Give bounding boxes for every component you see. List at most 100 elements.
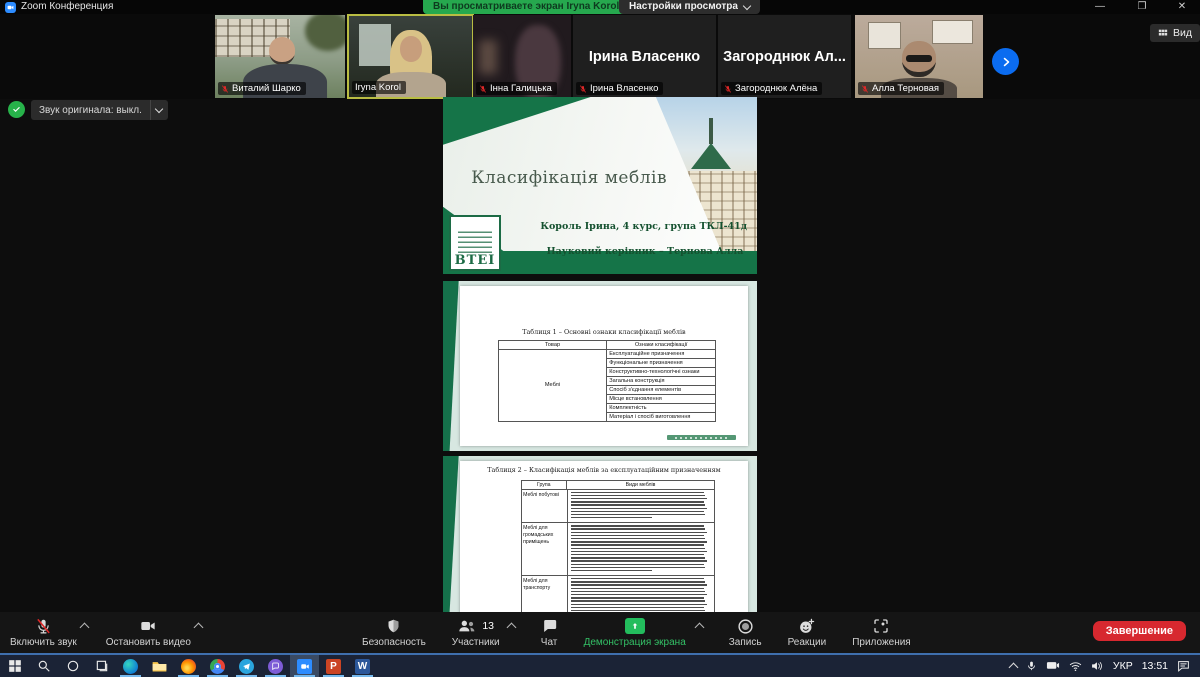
table1-row: МебліЕксплуатаційне призначення [498, 350, 715, 359]
start-button[interactable] [0, 655, 29, 677]
audio-options-chevron-icon[interactable] [79, 623, 89, 633]
edge-taskbar-icon[interactable] [116, 655, 145, 677]
video-thumbnail-sharko[interactable]: Виталий Шарко [215, 15, 345, 98]
zoom-taskbar-icon[interactable] [290, 655, 319, 677]
action-center-icon[interactable] [1177, 660, 1190, 672]
table2-group-cell: Меблі для громадських приміщень [522, 523, 568, 575]
powerpoint-taskbar-icon[interactable]: P [319, 655, 348, 677]
telegram-taskbar-icon[interactable] [232, 655, 261, 677]
maximize-button[interactable]: ❐ [1128, 0, 1156, 13]
original-sound-dropdown[interactable] [150, 100, 168, 120]
table2-description-cell [568, 576, 714, 612]
classification-table: Товар Ознаки класифікації МебліЕксплуата… [498, 340, 716, 422]
participants-options-chevron-icon[interactable] [506, 623, 516, 633]
table2-header-row: Група Види меблів [522, 481, 715, 490]
word-taskbar-icon[interactable]: W [348, 655, 377, 677]
stop-video-button[interactable]: Остановить видео [106, 612, 191, 648]
video-thumbnail-ternova[interactable]: Алла Терновая [855, 15, 983, 98]
zoom-meeting-window: Zoom Конференция Вы просматриваете экран… [0, 0, 1200, 677]
search-icon[interactable] [29, 655, 58, 677]
slide-decoration [443, 281, 459, 451]
apps-label: Приложения [852, 637, 911, 648]
next-participants-button[interactable] [992, 48, 1019, 75]
video-thumbnail-korol-active-speaker[interactable]: Iryna Korol [347, 14, 474, 99]
novideo-thumbnail-zagorodniuk[interactable]: Загороднюк Ал... Загороднюк Алёна [718, 15, 851, 98]
shared-slide-table2: Таблиця 2 – Класифікація меблів за експл… [443, 456, 757, 612]
slide-supervisor: Науковий керівник – Тернова Алла [547, 246, 744, 257]
security-label: Безопасность [362, 637, 426, 648]
chrome-taskbar-icon[interactable] [203, 655, 232, 677]
record-button[interactable]: Запись [729, 612, 762, 648]
apps-icon [873, 617, 889, 635]
reactions-button[interactable]: Реакции [788, 612, 827, 648]
security-button[interactable]: Безопасность [362, 612, 426, 648]
slide-author: Король Ірина, 4 курс, група ТКЛ-41д [540, 221, 747, 232]
participants-strip: Виталий Шарко Iryna Korol Інна Галицька … [0, 14, 1200, 99]
chat-button[interactable]: Чат [541, 612, 558, 648]
stop-video-label: Остановить видео [106, 637, 191, 648]
novideo-thumbnail-vlasenko[interactable]: Ірина Власенко Ірина Власенко [573, 15, 716, 98]
video-options-chevron-icon[interactable] [193, 623, 203, 633]
share-screen-icon [625, 618, 645, 634]
shared-slide-title: Класифікація меблів Король Ірина, 4 курс… [443, 97, 757, 274]
cortana-icon[interactable] [58, 655, 87, 677]
logo-text: ВТЕІ [455, 254, 496, 267]
clock[interactable]: 13:51 [1142, 660, 1168, 672]
video-camera-icon [139, 617, 157, 635]
participant-name-label: Загороднюк Алёна [721, 82, 822, 95]
unmute-button[interactable]: Включить звук [10, 612, 77, 648]
tray-mic-icon[interactable] [1026, 660, 1037, 672]
task-view-icon[interactable] [87, 655, 116, 677]
table2-row: Меблі для громадських приміщень [522, 523, 715, 576]
language-indicator[interactable]: УКР [1113, 660, 1133, 672]
muted-mic-icon [724, 85, 732, 93]
close-button[interactable]: ✕ [1168, 0, 1196, 13]
table1-header-criteria: Ознаки класифікації [607, 341, 716, 350]
meeting-toolbar: Включить звук Остановить видео Безопасно… [0, 612, 1200, 653]
view-settings-button[interactable]: Настройки просмотра [619, 0, 760, 14]
end-meeting-button[interactable]: Завершение [1093, 621, 1186, 641]
record-label: Запись [729, 637, 762, 648]
viber-taskbar-icon[interactable] [261, 655, 290, 677]
tray-overflow-chevron-icon[interactable] [1008, 663, 1018, 673]
table2-row: Меблі побутові [522, 490, 715, 524]
table2-header-group: Група [522, 481, 567, 489]
table2-row: Меблі для транспорту [522, 576, 715, 612]
share-options-chevron-icon[interactable] [694, 623, 704, 633]
chevron-down-icon [743, 1, 751, 9]
file-explorer-icon[interactable] [145, 655, 174, 677]
muted-mic-icon [861, 85, 869, 93]
table2-group-cell: Меблі побутові [522, 490, 568, 523]
shared-slide-table1: Таблиця 1 – Основні ознаки класифікації … [443, 281, 757, 451]
firefox-taskbar-icon[interactable] [174, 655, 203, 677]
share-screen-button[interactable]: Демонстрация экрана [584, 612, 686, 648]
participants-count-badge: 13 [482, 620, 494, 632]
slide-title: Класифікація меблів [471, 168, 667, 188]
window-titlebar: Zoom Конференция Вы просматриваете экран… [0, 0, 1200, 14]
original-sound-label: Звук оригинала: выкл. [31, 105, 150, 116]
slide-decoration [443, 456, 459, 612]
minimize-button[interactable]: — [1086, 0, 1114, 13]
table1-criteria-cell: Функціональне призначення [607, 359, 716, 368]
table2-caption: Таблиця 2 – Класифікація меблів за експл… [460, 466, 747, 474]
apps-button[interactable]: Приложения [852, 612, 911, 648]
participant-name-label: Ірина Власенко [576, 82, 663, 95]
muted-mic-icon [35, 617, 52, 635]
table1-criteria-cell: Матеріал і спосіб виготовлення [607, 413, 716, 422]
table2-header-kinds: Види меблів [567, 481, 714, 489]
participant-name-label: Алла Терновая [858, 82, 944, 95]
table1-criteria-cell: Загальна конструкція [607, 377, 716, 386]
table1-product-cell: Меблі [498, 350, 607, 422]
chevron-down-icon [155, 104, 163, 112]
participant-name-label: Інна Галицька [476, 82, 557, 95]
table1-criteria-cell: Конструктивно-технологічні ознаки [607, 368, 716, 377]
video-thumbnail-halytska[interactable]: Інна Галицька [473, 15, 571, 98]
tray-speaker-icon[interactable] [1091, 660, 1104, 672]
muted-mic-icon [479, 85, 487, 93]
view-mode-button[interactable]: Вид [1150, 24, 1200, 42]
original-sound-toggle[interactable]: Звук оригинала: выкл. [31, 100, 168, 120]
participants-button[interactable]: 13 Участники [452, 612, 500, 648]
tray-display-icon[interactable] [1046, 661, 1060, 672]
window-title: Zoom Конференция [21, 1, 113, 12]
tray-wifi-icon[interactable] [1069, 661, 1082, 672]
